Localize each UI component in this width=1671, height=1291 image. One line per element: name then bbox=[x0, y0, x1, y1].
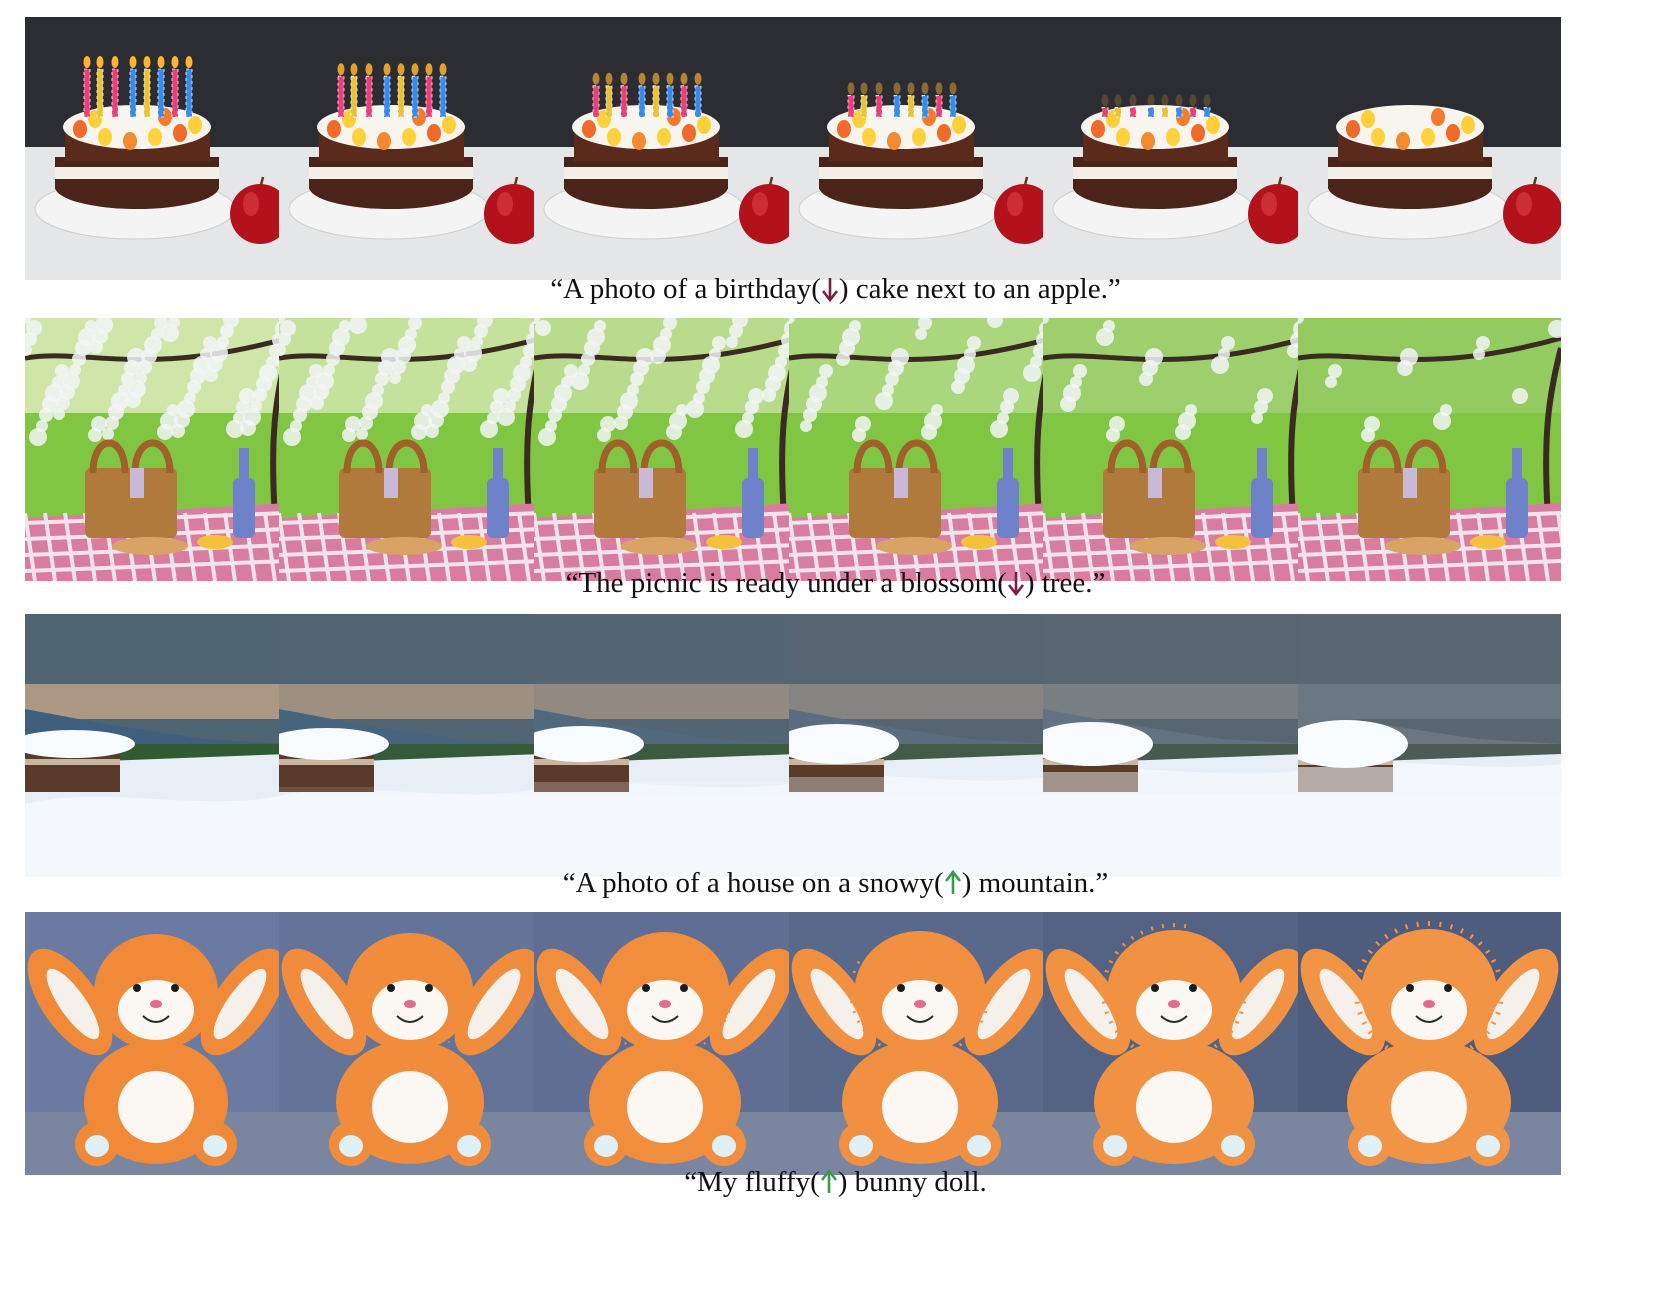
picnic-image-row bbox=[25, 318, 1650, 581]
caption-text-after: ) mountain.” bbox=[961, 867, 1109, 899]
picnic-basket-image bbox=[279, 318, 542, 581]
picnic-basket-image bbox=[1298, 318, 1561, 581]
snowy-house-image bbox=[789, 614, 1052, 877]
bunny-image-row bbox=[25, 912, 1650, 1175]
snowy-house-image-row bbox=[25, 614, 1650, 877]
snowy-house-image bbox=[1298, 614, 1561, 877]
picnic-basket-image bbox=[1043, 318, 1306, 581]
caption-text-after: ) tree.” bbox=[1024, 567, 1106, 599]
up-arrow-icon bbox=[944, 869, 962, 897]
bunny-doll-image bbox=[1298, 912, 1561, 1175]
caption-text-before: “A photo of a house on a snowy( bbox=[562, 867, 944, 899]
caption-text-before: “The picnic is ready under a blossom( bbox=[565, 567, 1007, 599]
birthday-cake-image bbox=[1043, 17, 1306, 280]
caption-text-after: ) cake next to an apple.” bbox=[838, 273, 1121, 305]
bunny-doll-image bbox=[279, 912, 542, 1175]
birthday-cake-image bbox=[534, 17, 797, 280]
picnic-basket-image bbox=[25, 318, 288, 581]
bunny-doll-image bbox=[789, 912, 1052, 1175]
snowy-house-image bbox=[534, 614, 797, 877]
cake-caption: “A photo of a birthday( ) cake next to an… bbox=[0, 275, 1671, 304]
birthday-cake-image bbox=[279, 17, 542, 280]
bunny-doll-image bbox=[1043, 912, 1306, 1175]
snowy-house-image bbox=[1043, 614, 1306, 877]
bunny-doll-image bbox=[534, 912, 797, 1175]
picnic-basket-image bbox=[534, 318, 797, 581]
caption-text-before: “My fluffy( bbox=[684, 1166, 820, 1198]
down-arrow-icon bbox=[821, 275, 839, 303]
picnic-caption: “The picnic is ready under a blossom( ) t… bbox=[0, 569, 1671, 598]
snowy-house-image bbox=[279, 614, 542, 877]
bunny-doll-image bbox=[25, 912, 288, 1175]
birthday-cake-image bbox=[789, 17, 1052, 280]
up-arrow-icon bbox=[820, 1168, 838, 1196]
caption-text-before: “A photo of a birthday( bbox=[550, 273, 821, 305]
picnic-basket-image bbox=[789, 318, 1052, 581]
snowy-house-image bbox=[25, 614, 288, 877]
birthday-cake-image bbox=[1298, 17, 1561, 280]
bunny-caption: “My fluffy( ) bunny doll. bbox=[0, 1168, 1671, 1197]
snowy-caption: “A photo of a house on a snowy( ) mountai… bbox=[0, 869, 1671, 898]
down-arrow-icon bbox=[1007, 569, 1025, 597]
birthday-cake-image bbox=[25, 17, 288, 280]
caption-text-after: ) bunny doll. bbox=[837, 1166, 987, 1198]
cake-image-row bbox=[25, 17, 1650, 280]
